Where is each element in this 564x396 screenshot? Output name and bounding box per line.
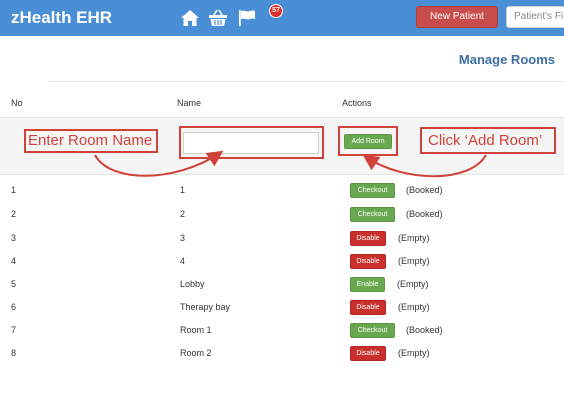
room-status: (Empty) bbox=[398, 233, 430, 243]
table-row: 5 Lobby Enable (Empty) bbox=[0, 274, 564, 297]
column-header-actions: Actions bbox=[342, 98, 372, 108]
table-row: 6 Therapy bay Disable (Empty) bbox=[0, 297, 564, 320]
row-number: 7 bbox=[11, 325, 17, 335]
room-name: 3 bbox=[180, 233, 186, 243]
disable-button[interactable]: Disable bbox=[350, 300, 386, 315]
new-patient-button[interactable]: New Patient bbox=[416, 6, 498, 28]
row-number: 2 bbox=[11, 209, 17, 219]
checkout-button[interactable]: Checkout bbox=[350, 323, 395, 338]
annotation-box-add-room bbox=[338, 126, 398, 156]
row-number: 1 bbox=[11, 185, 17, 195]
disable-button[interactable]: Disable bbox=[350, 346, 386, 361]
room-status: (Empty) bbox=[398, 256, 430, 266]
table-row: 7 Room 1 Checkout (Booked) bbox=[0, 320, 564, 343]
table-row: 1 1 Checkout (Booked) bbox=[0, 180, 564, 203]
row-number: 6 bbox=[11, 302, 17, 312]
add-row-divider bbox=[0, 174, 564, 175]
table-row: 2 2 Checkout (Booked) bbox=[0, 204, 564, 227]
room-name: 1 bbox=[180, 185, 186, 195]
notification-badge[interactable]: 57 bbox=[269, 4, 283, 18]
row-number: 4 bbox=[11, 256, 17, 266]
annotation-enter-room-name: Enter Room Name bbox=[28, 132, 153, 149]
app-brand[interactable]: zHealth EHR bbox=[11, 8, 112, 28]
basket-icon[interactable] bbox=[208, 9, 228, 27]
room-name: Lobby bbox=[180, 279, 205, 289]
page-title: Manage Rooms bbox=[458, 52, 555, 67]
room-status: (Booked) bbox=[406, 209, 443, 219]
checkout-button[interactable]: Checkout bbox=[350, 183, 395, 198]
column-header-no: No bbox=[11, 98, 23, 108]
table-row: 3 3 Disable (Empty) bbox=[0, 228, 564, 251]
row-number: 3 bbox=[11, 233, 17, 243]
room-status: (Empty) bbox=[397, 279, 429, 289]
table-row: 8 Room 2 Disable (Empty) bbox=[0, 343, 564, 366]
enable-button[interactable]: Enable bbox=[350, 277, 385, 292]
row-number: 5 bbox=[11, 279, 17, 289]
disable-button[interactable]: Disable bbox=[350, 254, 386, 269]
home-icon[interactable] bbox=[180, 9, 200, 27]
room-name: Therapy bay bbox=[180, 302, 231, 312]
room-status: (Empty) bbox=[398, 348, 430, 358]
column-header-name: Name bbox=[177, 98, 202, 108]
annotation-click-add-room: Click ‘Add Room’ bbox=[428, 132, 543, 149]
table-row: 4 4 Disable (Empty) bbox=[0, 251, 564, 274]
title-divider bbox=[48, 81, 564, 82]
room-name: Room 1 bbox=[180, 325, 212, 335]
room-name: 2 bbox=[180, 209, 186, 219]
disable-button[interactable]: Disable bbox=[350, 231, 386, 246]
room-status: (Booked) bbox=[406, 185, 443, 195]
room-status: (Booked) bbox=[406, 325, 443, 335]
row-number: 8 bbox=[11, 348, 17, 358]
room-name: Room 2 bbox=[180, 348, 212, 358]
flag-icon[interactable] bbox=[237, 9, 257, 27]
room-name: 4 bbox=[180, 256, 186, 266]
patient-search-input[interactable]: Patient's Fi bbox=[506, 6, 564, 28]
top-navbar: zHealth EHR 57 New Patient Patient's Fi bbox=[0, 0, 564, 36]
checkout-button[interactable]: Checkout bbox=[350, 207, 395, 222]
room-status: (Empty) bbox=[398, 302, 430, 312]
annotation-box-input bbox=[179, 126, 324, 159]
